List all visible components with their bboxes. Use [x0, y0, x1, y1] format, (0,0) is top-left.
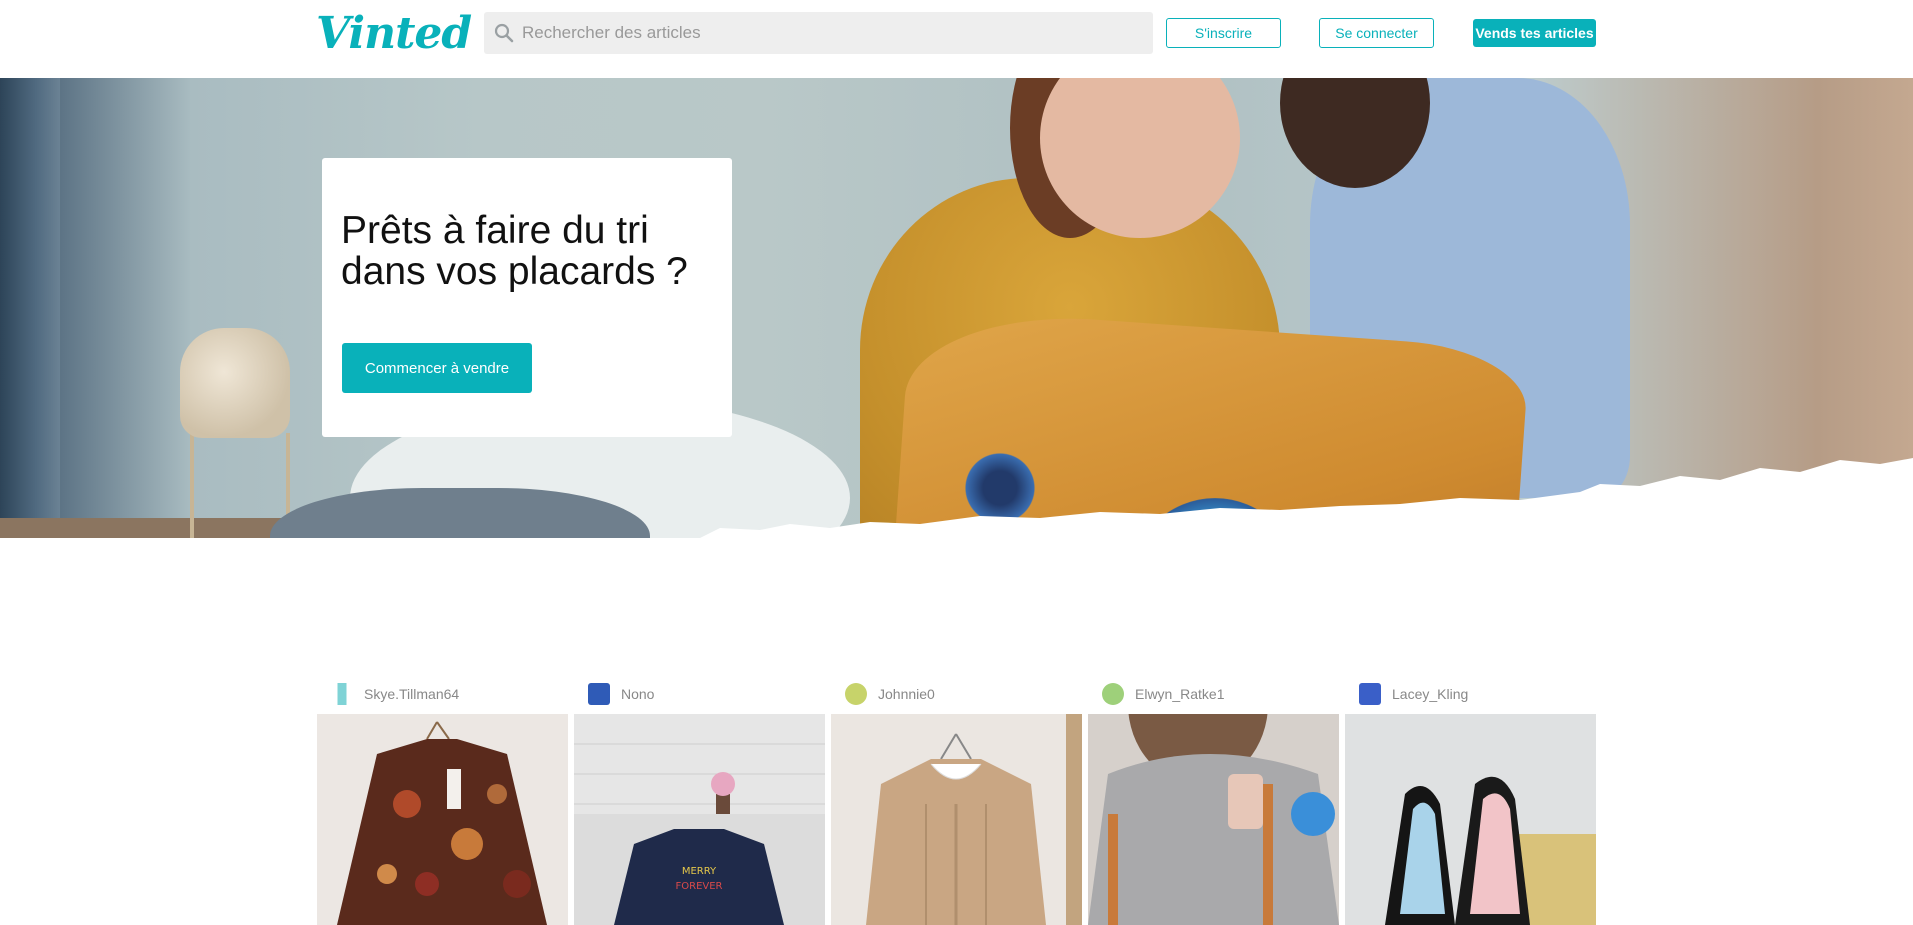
item-user[interactable]: Johnnie0 — [831, 674, 1082, 714]
login-button[interactable]: Se connecter — [1319, 18, 1434, 48]
vinted-logo[interactable]: Vinted — [316, 8, 472, 59]
feed-item[interactable]: Nono MERRY FOREVER — [574, 674, 825, 925]
avatar — [1102, 683, 1124, 705]
search-icon — [494, 23, 514, 43]
tshirt-icon: MERRY FOREVER — [574, 714, 825, 925]
feed-item[interactable]: Elwyn_Ratke1 — [1088, 674, 1339, 925]
avatar — [588, 683, 610, 705]
item-user[interactable]: Elwyn_Ratke1 — [1088, 674, 1339, 714]
item-photo[interactable] — [831, 714, 1082, 925]
feed-item[interactable]: Lacey_Kling — [1345, 674, 1596, 925]
username: Skye.Tillman64 — [364, 686, 460, 702]
item-photo[interactable] — [1088, 714, 1339, 925]
username: Elwyn_Ratke1 — [1135, 686, 1225, 702]
signup-button[interactable]: S'inscrire — [1166, 18, 1281, 48]
heels-icon — [1345, 714, 1596, 925]
blouse-icon — [317, 714, 568, 925]
hero-banner-image: Prêts à faire du tri dans vos placards ?… — [0, 78, 1913, 538]
feed-item[interactable]: Skye.Tillman64 — [317, 674, 568, 925]
start-selling-button[interactable]: Commencer à vendre — [342, 343, 532, 393]
item-user[interactable]: Skye.Tillman64 — [317, 674, 568, 714]
search-input[interactable] — [514, 12, 1144, 54]
sell-items-button[interactable]: Vends tes articles — [1473, 19, 1596, 47]
svg-text:FOREVER: FOREVER — [676, 881, 723, 892]
feed-item[interactable]: Johnnie0 — [831, 674, 1082, 925]
svg-text:MERRY: MERRY — [682, 866, 717, 877]
item-feed: Skye.Tillman64 Nono MERRY FOREVER Johnni… — [317, 674, 1597, 925]
lamp-decoration — [180, 328, 290, 438]
hero-title: Prêts à faire du tri dans vos placards ? — [341, 209, 688, 293]
hero-card: Prêts à faire du tri dans vos placards ?… — [322, 158, 732, 437]
avatar — [845, 683, 867, 705]
sweater-icon — [831, 714, 1082, 925]
torn-paper-edge — [0, 458, 1913, 538]
item-photo[interactable] — [317, 714, 568, 925]
item-photo[interactable]: MERRY FOREVER — [574, 714, 825, 925]
username: Johnnie0 — [878, 686, 935, 702]
search-bar[interactable] — [484, 12, 1153, 54]
top-icon — [1088, 714, 1339, 925]
avatar — [1359, 683, 1381, 705]
avatar — [331, 683, 353, 705]
top-navbar: Vinted S'inscrire Se connecter Vends tes… — [0, 0, 1913, 78]
item-user[interactable]: Lacey_Kling — [1345, 674, 1596, 714]
username: Lacey_Kling — [1392, 686, 1469, 702]
item-user[interactable]: Nono — [574, 674, 825, 714]
username: Nono — [621, 686, 655, 702]
item-photo[interactable] — [1345, 714, 1596, 925]
